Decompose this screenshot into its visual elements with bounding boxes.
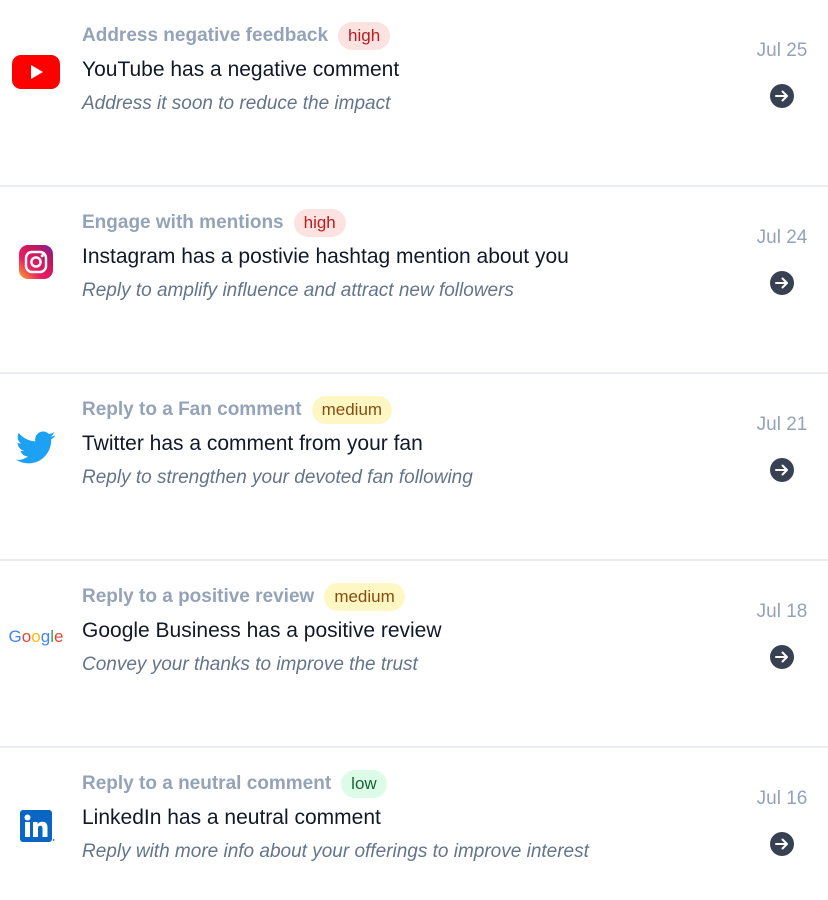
item-title: Twitter has a comment from your fan (82, 432, 423, 455)
item-date: Jul 21 (756, 414, 808, 435)
item-subtitle: Address it soon to reduce the impact (82, 93, 391, 114)
item-date: Jul 16 (756, 788, 808, 809)
list-item[interactable]: Google Reply to a positive review medium… (0, 561, 828, 748)
priority-badge: medium (311, 396, 393, 424)
instagram-icon (10, 242, 62, 282)
arrow-right-icon (775, 90, 788, 102)
open-item-button[interactable] (770, 645, 794, 669)
priority-badge: medium (324, 583, 405, 611)
item-title: Google Business has a positive review (82, 619, 442, 642)
item-category: Reply to a positive review (82, 586, 315, 607)
arrow-right-icon (775, 277, 788, 289)
item-category: Address negative feedback (82, 25, 329, 46)
priority-badge: high (293, 209, 346, 237)
list-item[interactable]: Reply to a neutral comment low LinkedIn … (0, 748, 828, 900)
item-category: Engage with mentions (82, 212, 284, 233)
list-item[interactable]: Address negative feedback high YouTube h… (0, 0, 828, 187)
open-item-button[interactable] (770, 832, 794, 856)
google-icon: Google (8, 627, 64, 646)
priority-badge: low (341, 770, 387, 798)
action-list: Address negative feedback high YouTube h… (0, 0, 828, 900)
item-title: YouTube has a negative comment (82, 58, 400, 81)
open-item-button[interactable] (770, 84, 794, 108)
open-item-button[interactable] (770, 458, 794, 482)
item-subtitle: Reply to strengthen your devoted fan fol… (82, 467, 473, 488)
linkedin-icon (10, 806, 62, 846)
item-date: Jul 18 (756, 601, 808, 622)
list-item[interactable]: Engage with mentions high Instagram has … (0, 187, 828, 374)
priority-badge: high (338, 22, 391, 50)
item-date: Jul 25 (756, 40, 808, 61)
item-category: Reply to a neutral comment (82, 773, 332, 794)
arrow-right-icon (775, 464, 788, 476)
arrow-right-icon (775, 651, 788, 663)
list-item[interactable]: Reply to a Fan comment medium Twitter ha… (0, 374, 828, 561)
item-title: LinkedIn has a neutral comment (82, 806, 381, 829)
item-subtitle: Reply with more info about your offering… (82, 841, 589, 862)
item-date: Jul 24 (756, 227, 808, 248)
arrow-right-icon (775, 838, 788, 850)
item-subtitle: Convey your thanks to improve the trust (82, 654, 418, 675)
item-category: Reply to a Fan comment (82, 399, 302, 420)
item-subtitle: Reply to amplify influence and attract n… (82, 280, 514, 301)
twitter-icon (10, 428, 62, 468)
youtube-icon (10, 52, 62, 92)
item-title: Instagram has a postivie hashtag mention… (82, 245, 569, 268)
open-item-button[interactable] (770, 271, 794, 295)
